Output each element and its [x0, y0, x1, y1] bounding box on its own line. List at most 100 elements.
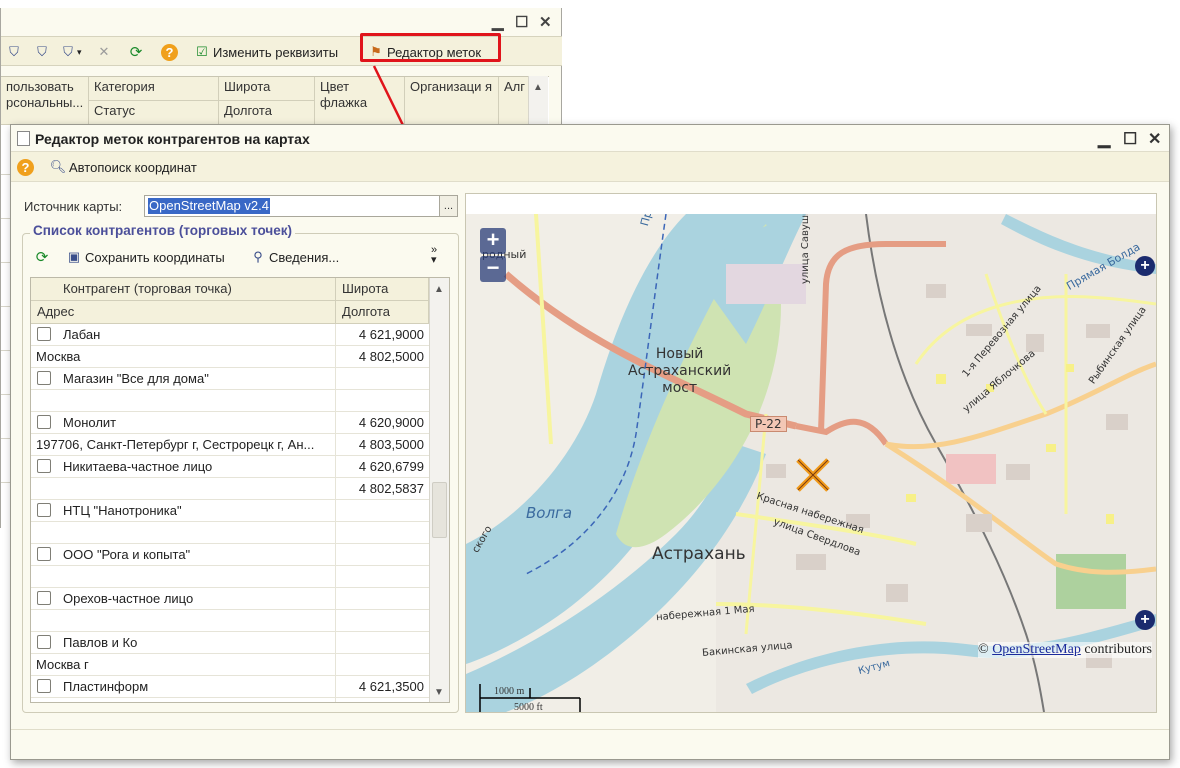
- address-value: Москва: [31, 346, 336, 367]
- counterparty-name: НТЦ "Нанотроника": [31, 500, 336, 521]
- info-button[interactable]: ⚲ Сведения...: [249, 247, 339, 267]
- minimize-icon[interactable]: ▁: [1098, 129, 1110, 149]
- longitude-value: [336, 654, 429, 675]
- column-header-personal[interactable]: пользовать рсональны...: [1, 77, 89, 125]
- column-header-address[interactable]: Адрес: [31, 301, 336, 324]
- address-value: [31, 610, 336, 631]
- edit-details-button[interactable]: ☑ Изменить реквизиты: [193, 42, 338, 62]
- osm-link[interactable]: OpenStreetMap: [992, 642, 1081, 657]
- map-label-road: P-22: [750, 416, 787, 432]
- list-item[interactable]: Пластинформ 4 621,3500: [31, 676, 429, 698]
- list-item-address-row[interactable]: Москва 4 802,5000: [31, 346, 429, 368]
- latitude-value: [336, 544, 429, 565]
- tag-editor-window: Редактор меток контрагентов на картах ▁ …: [10, 124, 1170, 760]
- list-item[interactable]: Никитаева-частное лицо 4 620,6799: [31, 456, 429, 478]
- status-bar: [11, 729, 1169, 759]
- longitude-value: [336, 566, 429, 587]
- list-scrollbar[interactable]: ▲ ▼: [429, 278, 449, 702]
- map-label-river: Волга: [526, 504, 573, 522]
- latitude-value: [336, 588, 429, 609]
- address-value: [31, 390, 336, 411]
- list-item-address-row[interactable]: [31, 390, 429, 412]
- minimize-icon[interactable]: ▁: [492, 13, 504, 31]
- search-document-icon: 🔍︎: [49, 159, 67, 174]
- filter-dropdown-icon[interactable]: ⛉ ▾: [59, 42, 81, 62]
- longitude-value: [336, 390, 429, 411]
- map-frame: Новый Астраханский мост Астрахань Волга P-…: [465, 193, 1157, 713]
- scroll-thumb[interactable]: [432, 482, 447, 538]
- list-item[interactable]: Магазин "Все для дома": [31, 368, 429, 390]
- list-item[interactable]: Павлов и Ко: [31, 632, 429, 654]
- map-canvas[interactable]: [466, 214, 1156, 712]
- latitude-value: 4 620,9000: [358, 415, 424, 430]
- list-item[interactable]: Монолит 4 620,9000: [31, 412, 429, 434]
- column-header-counterparty[interactable]: Контрагент (торговая точка): [31, 278, 336, 301]
- address-value: 197706, Санкт-Петербург г, Сестрорецк г,…: [31, 434, 336, 455]
- list-item-address-row[interactable]: 197706, Санкт-Петербург г, Сестрорецк г,…: [31, 434, 429, 456]
- latitude-value: 4 621,3500: [358, 679, 424, 694]
- counterparty-name: Пластинформ: [31, 676, 336, 697]
- check-icon: ☑: [196, 44, 208, 59]
- magnifier-icon: ⚲: [253, 249, 263, 264]
- zoom-in-button[interactable]: +: [480, 228, 506, 254]
- list-item[interactable]: ООО "Рога и копыта": [31, 544, 429, 566]
- clear-filter-icon[interactable]: ✕: [95, 42, 113, 62]
- scroll-down-icon[interactable]: ▼: [434, 687, 444, 698]
- zoom-out-button[interactable]: −: [480, 256, 506, 282]
- close-icon[interactable]: ✕: [1148, 129, 1161, 149]
- counterparty-name: Никитаева-частное лицо: [31, 456, 336, 477]
- counterparty-name: Орехов-частное лицо: [31, 588, 336, 609]
- column-header-latitude[interactable]: Широта: [336, 278, 429, 301]
- floppy-icon: ▣: [67, 249, 81, 264]
- counterparty-list: Контрагент (торговая точка) Широта Адрес…: [30, 277, 450, 703]
- map-label-savushkina: улица Савушкина: [800, 214, 811, 284]
- scroll-up-icon[interactable]: ▲: [434, 284, 444, 295]
- tag-editor-highlight: [360, 33, 501, 62]
- maximize-icon[interactable]: ☐: [515, 13, 528, 31]
- help-icon[interactable]: ?: [17, 157, 34, 177]
- help-icon[interactable]: ?: [161, 42, 178, 62]
- map-source-input[interactable]: OpenStreetMap v2.4: [144, 195, 440, 217]
- title-bar: Редактор меток контрагентов на картах ▁ …: [11, 125, 1169, 152]
- address-value: [31, 522, 336, 543]
- list-item-address-row[interactable]: [31, 522, 429, 544]
- column-header-longitude[interactable]: Долгота: [219, 101, 315, 125]
- scroll-up-icon[interactable]: ▲: [533, 82, 543, 93]
- column-header-status[interactable]: Статус: [89, 101, 219, 125]
- refresh-icon[interactable]: ⟳: [33, 247, 51, 267]
- map[interactable]: Новый Астраханский мост Астрахань Волга P-…: [466, 214, 1156, 712]
- counterparty-name: ООО "Рога и копыта": [31, 544, 336, 565]
- latitude-value: [336, 500, 429, 521]
- layer-switcher-button[interactable]: +: [1135, 256, 1155, 276]
- counterparty-group-title: Список контрагентов (торговых точек): [30, 223, 295, 238]
- list-item-address-row[interactable]: [31, 698, 429, 702]
- list-item[interactable]: НТЦ "Нанотроника": [31, 500, 429, 522]
- longitude-value: [336, 698, 429, 702]
- overview-map-button[interactable]: +: [1135, 610, 1155, 630]
- map-attribution: © OpenStreetMap contributors: [978, 642, 1152, 658]
- list-item[interactable]: Орехов-частное лицо: [31, 588, 429, 610]
- filter-icon[interactable]: ⛉: [5, 42, 23, 62]
- more-chevron-icon[interactable]: » ▾: [431, 245, 437, 266]
- scale-metric: 1000 m: [494, 686, 525, 697]
- maximize-icon[interactable]: ☐: [1123, 129, 1137, 149]
- autosearch-button[interactable]: 🔍︎ Автопоиск координат: [49, 157, 197, 177]
- column-header-category[interactable]: Категория: [89, 77, 219, 101]
- list-item-address-row[interactable]: 4 802,5837: [31, 478, 429, 500]
- map-label-bridge: Новый Астраханский мост: [628, 346, 732, 396]
- column-header-algorithm[interactable]: Алг: [499, 77, 529, 125]
- map-label-city: Астрахань: [652, 544, 746, 564]
- list-item[interactable]: Лабан 4 621,9000: [31, 324, 429, 346]
- map-source-select-button[interactable]: ...: [440, 195, 458, 217]
- list-item-address-row[interactable]: [31, 610, 429, 632]
- filter-list-icon[interactable]: ⛉: [33, 42, 51, 62]
- map-source-label: Источник карты:: [24, 199, 123, 214]
- refresh-icon[interactable]: ⟳: [127, 42, 145, 62]
- column-header-longitude[interactable]: Долгота: [336, 301, 429, 324]
- list-item-address-row[interactable]: Москва г: [31, 654, 429, 676]
- list-toolbar: ⟳ ▣ Сохранить координаты ⚲ Сведения... » ▾: [31, 245, 451, 269]
- save-coordinates-button[interactable]: ▣ Сохранить координаты: [65, 247, 225, 267]
- close-icon[interactable]: ✕: [539, 13, 552, 31]
- list-item-address-row[interactable]: [31, 566, 429, 588]
- column-header-latitude[interactable]: Широта: [219, 77, 315, 101]
